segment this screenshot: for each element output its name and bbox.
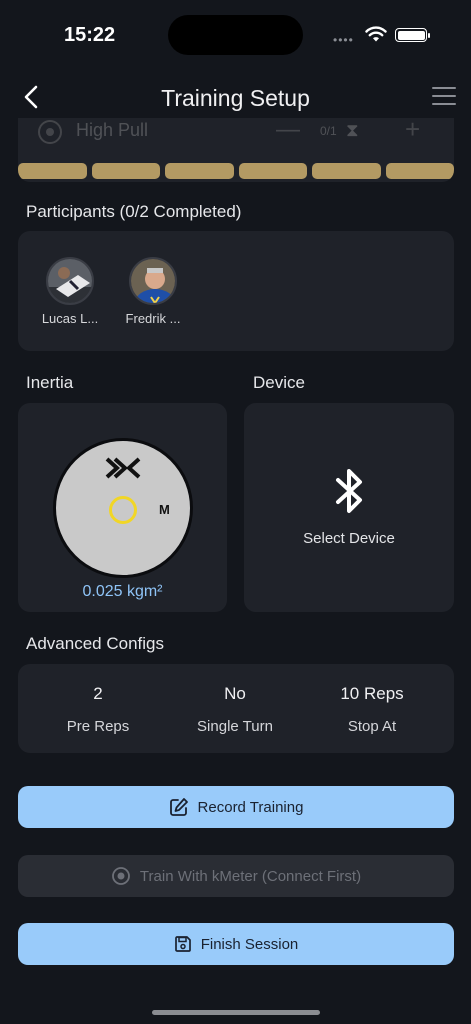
avatar bbox=[129, 257, 177, 305]
target-icon bbox=[38, 120, 62, 144]
dynamic-island bbox=[168, 15, 303, 55]
avatar bbox=[46, 257, 94, 305]
menu-button[interactable] bbox=[432, 87, 456, 107]
config-value: 2 bbox=[93, 684, 103, 703]
participants-card: Lucas L... Fredrik ... bbox=[18, 231, 454, 351]
config-pre-reps[interactable]: 2 Pre Reps bbox=[28, 684, 168, 735]
exercise-count: 0/1 bbox=[320, 124, 337, 138]
select-device-label: Select Device bbox=[303, 530, 395, 547]
increment-button[interactable]: + bbox=[405, 118, 420, 145]
flywheel-graphic: M bbox=[53, 438, 193, 578]
advanced-configs-card: 2 Pre Reps No Single Turn 10 Reps Stop A… bbox=[18, 664, 454, 753]
record-training-label: Record Training bbox=[197, 798, 304, 816]
progress-segment bbox=[238, 163, 307, 179]
target-icon bbox=[111, 866, 131, 886]
signal-dots-icon: •••• bbox=[333, 33, 354, 47]
record-training-button[interactable]: Record Training bbox=[18, 786, 454, 828]
train-kmeter-label: Train With kMeter (Connect First) bbox=[139, 867, 362, 885]
train-kmeter-button[interactable]: Train With kMeter (Connect First) bbox=[18, 855, 454, 897]
config-value: 10 Reps bbox=[340, 684, 404, 703]
exercise-card: High Pull — 0/1 ⧗ + bbox=[18, 118, 454, 182]
page-title: Training Setup bbox=[161, 85, 310, 111]
progress-segment bbox=[18, 163, 87, 179]
wheel-size-label: M bbox=[159, 502, 170, 517]
participant-item[interactable]: Lucas L... bbox=[30, 257, 110, 326]
nav-bar: Training Setup bbox=[0, 75, 471, 120]
config-label: Stop At bbox=[347, 718, 397, 735]
participant-name: Lucas L... bbox=[41, 311, 99, 326]
edit-icon bbox=[169, 797, 189, 817]
inertia-heading: Inertia bbox=[26, 373, 74, 392]
wifi-icon bbox=[365, 26, 387, 42]
brand-logo-icon bbox=[105, 457, 141, 479]
hamburger-menu-icon bbox=[432, 87, 456, 89]
config-stop-at[interactable]: 10 Reps Stop At bbox=[302, 684, 442, 735]
select-device-card[interactable]: Select Device bbox=[244, 403, 454, 612]
decrement-button[interactable]: — bbox=[276, 118, 300, 144]
exercise-row: High Pull — 0/1 ⧗ + bbox=[18, 118, 454, 144]
progress-segment bbox=[165, 163, 234, 179]
progress-segment bbox=[385, 163, 454, 179]
status-bar: 15:22 •••• bbox=[0, 0, 471, 70]
participant-item[interactable]: Fredrik ... bbox=[113, 257, 193, 326]
config-label: Pre Reps bbox=[66, 718, 130, 735]
config-single-turn[interactable]: No Single Turn bbox=[165, 684, 305, 735]
config-value: No bbox=[224, 684, 246, 703]
exercise-name: High Pull bbox=[76, 120, 149, 140]
bluetooth-icon bbox=[336, 469, 362, 513]
inertia-value: 0.025 kgm² bbox=[82, 583, 163, 600]
participant-name: Fredrik ... bbox=[125, 311, 181, 326]
progress-segment bbox=[91, 163, 160, 179]
config-label: Single Turn bbox=[197, 718, 273, 735]
status-time: 15:22 bbox=[64, 24, 116, 46]
home-indicator[interactable] bbox=[152, 1010, 320, 1015]
progress-segment bbox=[312, 163, 381, 179]
flywheel-center-ring bbox=[109, 496, 137, 524]
device-heading: Device bbox=[253, 373, 305, 392]
advanced-heading: Advanced Configs bbox=[26, 634, 164, 653]
finish-session-label: Finish Session bbox=[200, 935, 299, 953]
finish-session-button[interactable]: Finish Session bbox=[18, 923, 454, 965]
inertia-card[interactable]: M 0.025 kgm² bbox=[18, 403, 227, 612]
battery-icon bbox=[395, 28, 430, 42]
participants-heading: Participants (0/2 Completed) bbox=[26, 202, 242, 221]
hourglass-icon: ⧗ bbox=[346, 120, 359, 140]
save-icon bbox=[174, 935, 192, 953]
set-progress-bar bbox=[18, 163, 454, 179]
